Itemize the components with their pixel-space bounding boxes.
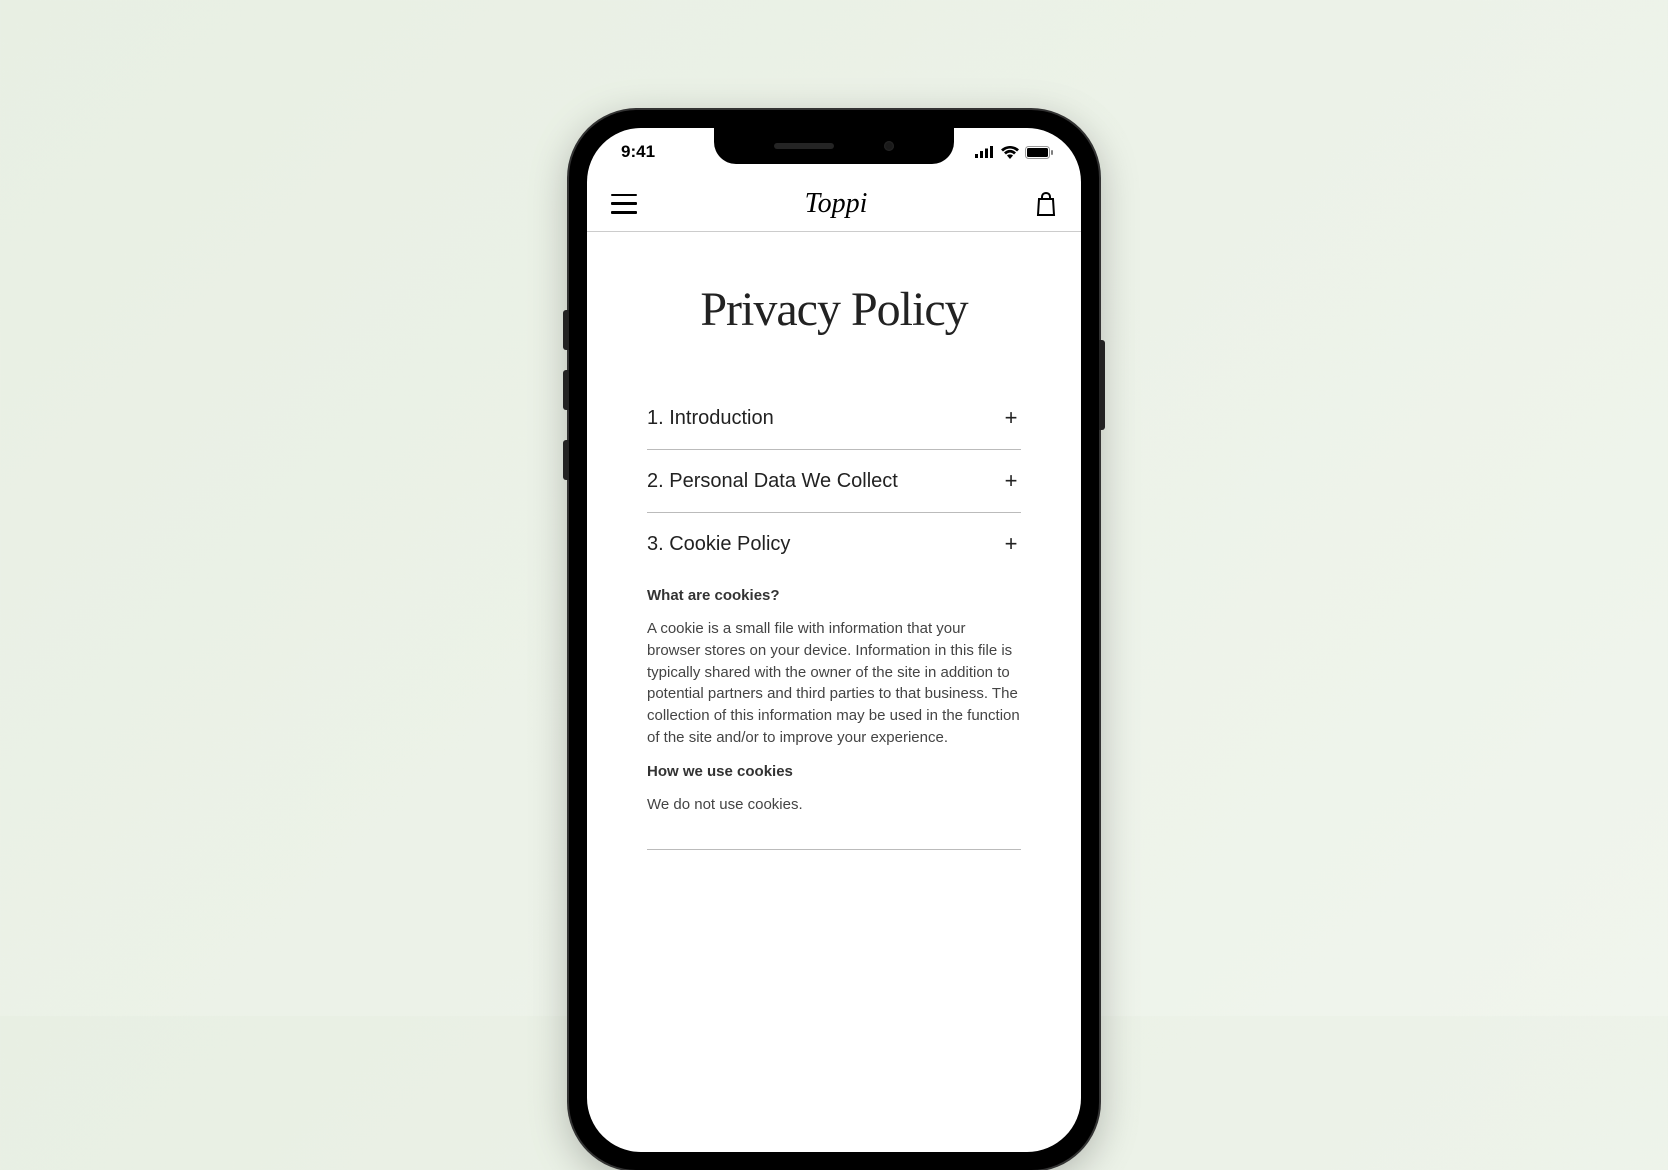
accordion-header[interactable]: 1. Introduction + xyxy=(647,387,1021,449)
wifi-icon xyxy=(1001,146,1019,159)
section-subheading: How we use cookies xyxy=(647,763,1021,780)
notch xyxy=(714,128,954,164)
accordion-header[interactable]: 3. Cookie Policy + xyxy=(647,513,1021,575)
signal-icon xyxy=(975,146,995,158)
body-text: A cookie is a small file with informatio… xyxy=(647,618,1021,749)
brand-logo[interactable]: Toppi xyxy=(805,188,868,220)
app-header: Toppi xyxy=(587,176,1081,232)
body-text: We do not use cookies. xyxy=(647,794,1021,816)
accordion-item-personal-data: 2. Personal Data We Collect + xyxy=(647,450,1021,513)
shopping-bag-icon[interactable] xyxy=(1035,192,1057,216)
accordion-header[interactable]: 2. Personal Data We Collect + xyxy=(647,450,1021,512)
accordion-item-cookie-policy: 3. Cookie Policy + What are cookies? A c… xyxy=(647,513,1021,849)
accordion: 1. Introduction + 2. Personal Data We Co… xyxy=(647,387,1021,850)
plus-icon: + xyxy=(1001,405,1021,431)
speaker-icon xyxy=(774,143,834,149)
accordion-body: What are cookies? A cookie is a small fi… xyxy=(647,575,1021,849)
page-title: Privacy Policy xyxy=(627,282,1041,337)
battery-icon xyxy=(1025,146,1053,159)
status-right xyxy=(975,146,1053,159)
section-subheading: What are cookies? xyxy=(647,587,1021,604)
screen: 9:41 Toppi Privacy Policy xyxy=(587,128,1081,1152)
menu-icon[interactable] xyxy=(611,194,637,214)
plus-icon: + xyxy=(1001,468,1021,494)
status-time: 9:41 xyxy=(621,142,655,162)
phone-inner: 9:41 Toppi Privacy Policy xyxy=(583,124,1085,1156)
phone-frame: 9:41 Toppi Privacy Policy xyxy=(569,110,1099,1170)
accordion-title: 2. Personal Data We Collect xyxy=(647,469,898,494)
camera-icon xyxy=(884,141,894,151)
accordion-title: 3. Cookie Policy xyxy=(647,532,790,557)
page-content: Privacy Policy 1. Introduction + 2. Pers… xyxy=(587,232,1081,850)
plus-icon: + xyxy=(1001,531,1021,557)
accordion-title: 1. Introduction xyxy=(647,406,774,431)
accordion-item-introduction: 1. Introduction + xyxy=(647,387,1021,450)
